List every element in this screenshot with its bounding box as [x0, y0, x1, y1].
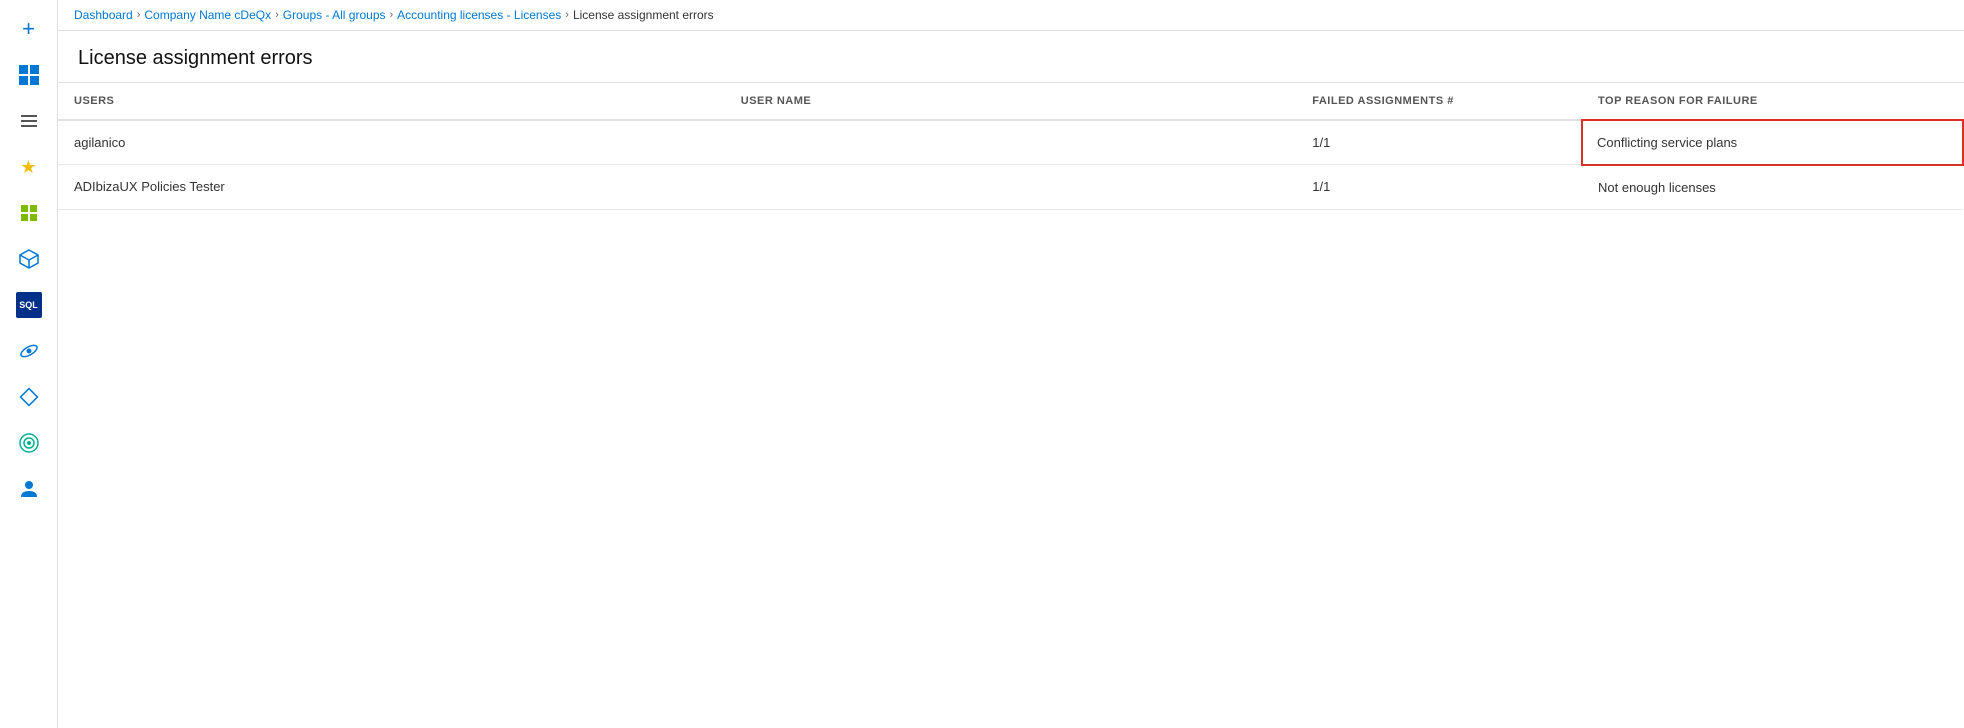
plus-icon: +	[22, 16, 35, 42]
target-icon	[18, 432, 40, 454]
star-icon: ★	[20, 157, 36, 178]
cell-failed-1: 1/1	[1296, 120, 1582, 165]
table-header: USERS USER NAME FAILED ASSIGNMENTS # TOP…	[58, 83, 1963, 120]
page-title: License assignment errors	[78, 47, 1944, 70]
sidebar-item-plus[interactable]: +	[8, 8, 50, 50]
breadcrumb-sep-1: ›	[137, 9, 141, 21]
assignment-errors-table: USERS USER NAME FAILED ASSIGNMENTS # TOP…	[58, 83, 1964, 210]
col-header-username: USER NAME	[725, 83, 1297, 120]
sidebar-item-list[interactable]	[8, 100, 50, 142]
sidebar-item-sql[interactable]: SQL	[8, 284, 50, 326]
cell-username-2	[725, 165, 1297, 210]
breadcrumb-sep-2: ›	[275, 9, 279, 21]
cell-username-1	[725, 120, 1297, 165]
col-header-reason: TOP REASON FOR FAILURE	[1582, 83, 1963, 120]
sidebar: + ★ SQL	[0, 0, 58, 728]
breadcrumb-sep-4: ›	[565, 9, 569, 21]
table-row[interactable]: ADIbizaUX Policies Tester 1/1 Not enough…	[58, 165, 1963, 210]
breadcrumb-licenses[interactable]: Accounting licenses - Licenses	[397, 8, 561, 22]
cell-failed-2: 1/1	[1296, 165, 1582, 210]
sql-icon: SQL	[16, 292, 42, 318]
table-row[interactable]: agilanico 1/1 Conflicting service plans	[58, 120, 1963, 165]
col-header-failed: FAILED ASSIGNMENTS #	[1296, 83, 1582, 120]
breadcrumb: Dashboard › Company Name cDeQx › Groups …	[58, 0, 1964, 31]
sidebar-item-orbit[interactable]	[8, 330, 50, 372]
dashboard-icon	[19, 65, 39, 85]
cell-reason-1: Conflicting service plans	[1582, 120, 1963, 165]
sidebar-item-grid[interactable]	[8, 192, 50, 234]
grid-icon	[19, 203, 39, 223]
list-icon	[19, 111, 39, 131]
main-content: Dashboard › Company Name cDeQx › Groups …	[58, 0, 1964, 728]
orbit-icon	[18, 340, 40, 362]
breadcrumb-current: License assignment errors	[573, 8, 714, 22]
breadcrumb-company[interactable]: Company Name cDeQx	[144, 8, 271, 22]
cell-users-1: agilanico	[58, 120, 725, 165]
user-icon	[18, 478, 40, 500]
sidebar-item-target[interactable]	[8, 422, 50, 464]
table-body: agilanico 1/1 Conflicting service plans …	[58, 120, 1963, 209]
sidebar-item-box[interactable]	[8, 238, 50, 280]
table-container: USERS USER NAME FAILED ASSIGNMENTS # TOP…	[58, 83, 1964, 728]
diamond-icon	[18, 386, 40, 408]
cell-reason-2: Not enough licenses	[1582, 165, 1963, 210]
sidebar-item-dashboard[interactable]	[8, 54, 50, 96]
breadcrumb-groups[interactable]: Groups - All groups	[283, 8, 386, 22]
breadcrumb-dashboard[interactable]: Dashboard	[74, 8, 133, 22]
cell-users-2: ADIbizaUX Policies Tester	[58, 165, 725, 210]
sidebar-item-star[interactable]: ★	[8, 146, 50, 188]
sidebar-item-user[interactable]	[8, 468, 50, 510]
col-header-users: USERS	[58, 83, 725, 120]
box-icon	[18, 248, 40, 270]
breadcrumb-sep-3: ›	[390, 9, 394, 21]
page-header: License assignment errors	[58, 31, 1964, 83]
sidebar-item-diamond[interactable]	[8, 376, 50, 418]
